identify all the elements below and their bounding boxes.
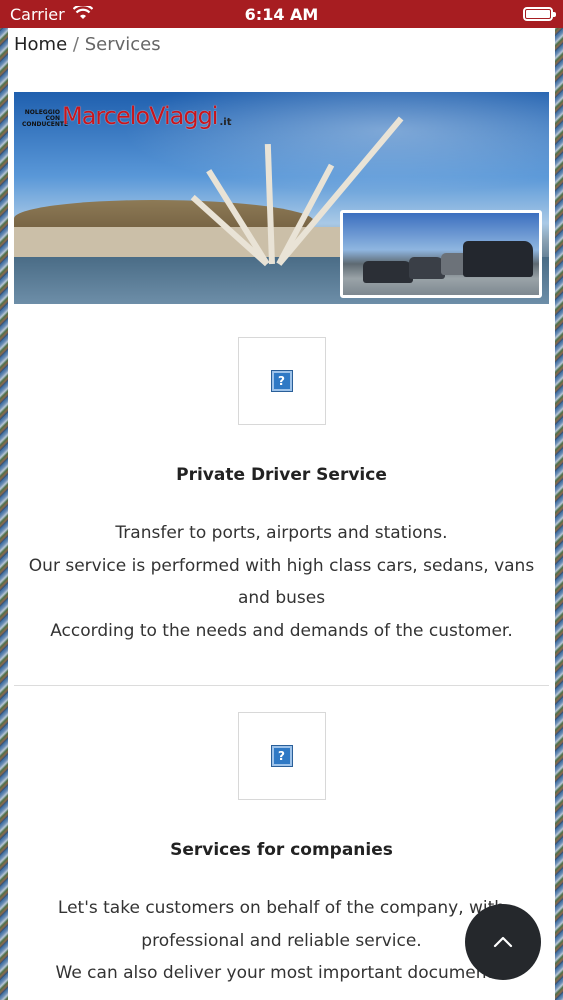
page-content: Home / Services NOLEGGIO CON CONDUCENTE …: [8, 28, 555, 1000]
section-divider: [14, 685, 549, 686]
status-left: Carrier: [10, 3, 93, 24]
service-description: Transfer to ports, airports and stations…: [28, 523, 535, 641]
site-logo: NOLEGGIO CON CONDUCENTE MarceloViaggi .i…: [22, 104, 231, 128]
service-title: Private Driver Service: [176, 465, 387, 485]
service-title: Services for companies: [170, 840, 393, 860]
vehicle: [409, 257, 445, 279]
wifi-icon: [72, 3, 93, 24]
battery-icon: [523, 7, 556, 21]
logo-wordmark: MarceloViaggi: [62, 102, 218, 130]
battery-level: [526, 10, 550, 18]
status-bar: Carrier 6:14 AM: [0, 0, 563, 28]
breadcrumb-current: Services: [84, 34, 161, 55]
breadcrumb-home-link[interactable]: Home: [14, 34, 67, 55]
vehicle: [363, 261, 413, 283]
breadcrumb: Home / Services: [8, 28, 555, 68]
broken-image-icon: ?: [271, 746, 292, 766]
chevron-up-icon: [493, 933, 513, 952]
service-image: ?: [237, 712, 326, 800]
breadcrumb-separator: /: [72, 34, 79, 55]
logo-suffix: .it: [219, 117, 232, 128]
carrier-label: Carrier: [10, 4, 65, 24]
service-image: ?: [237, 337, 326, 425]
logo-tagline: NOLEGGIO CON CONDUCENTE: [22, 109, 69, 128]
fleet-photo-inset: [340, 210, 542, 298]
service-private-driver: ? Private Driver Service Transfer to por…: [8, 337, 555, 647]
broken-image-icon: ?: [271, 371, 292, 391]
header-banner-image: NOLEGGIO CON CONDUCENTE MarceloViaggi .i…: [14, 92, 549, 304]
scroll-to-top-button[interactable]: [465, 904, 541, 980]
vehicle: [463, 241, 533, 277]
